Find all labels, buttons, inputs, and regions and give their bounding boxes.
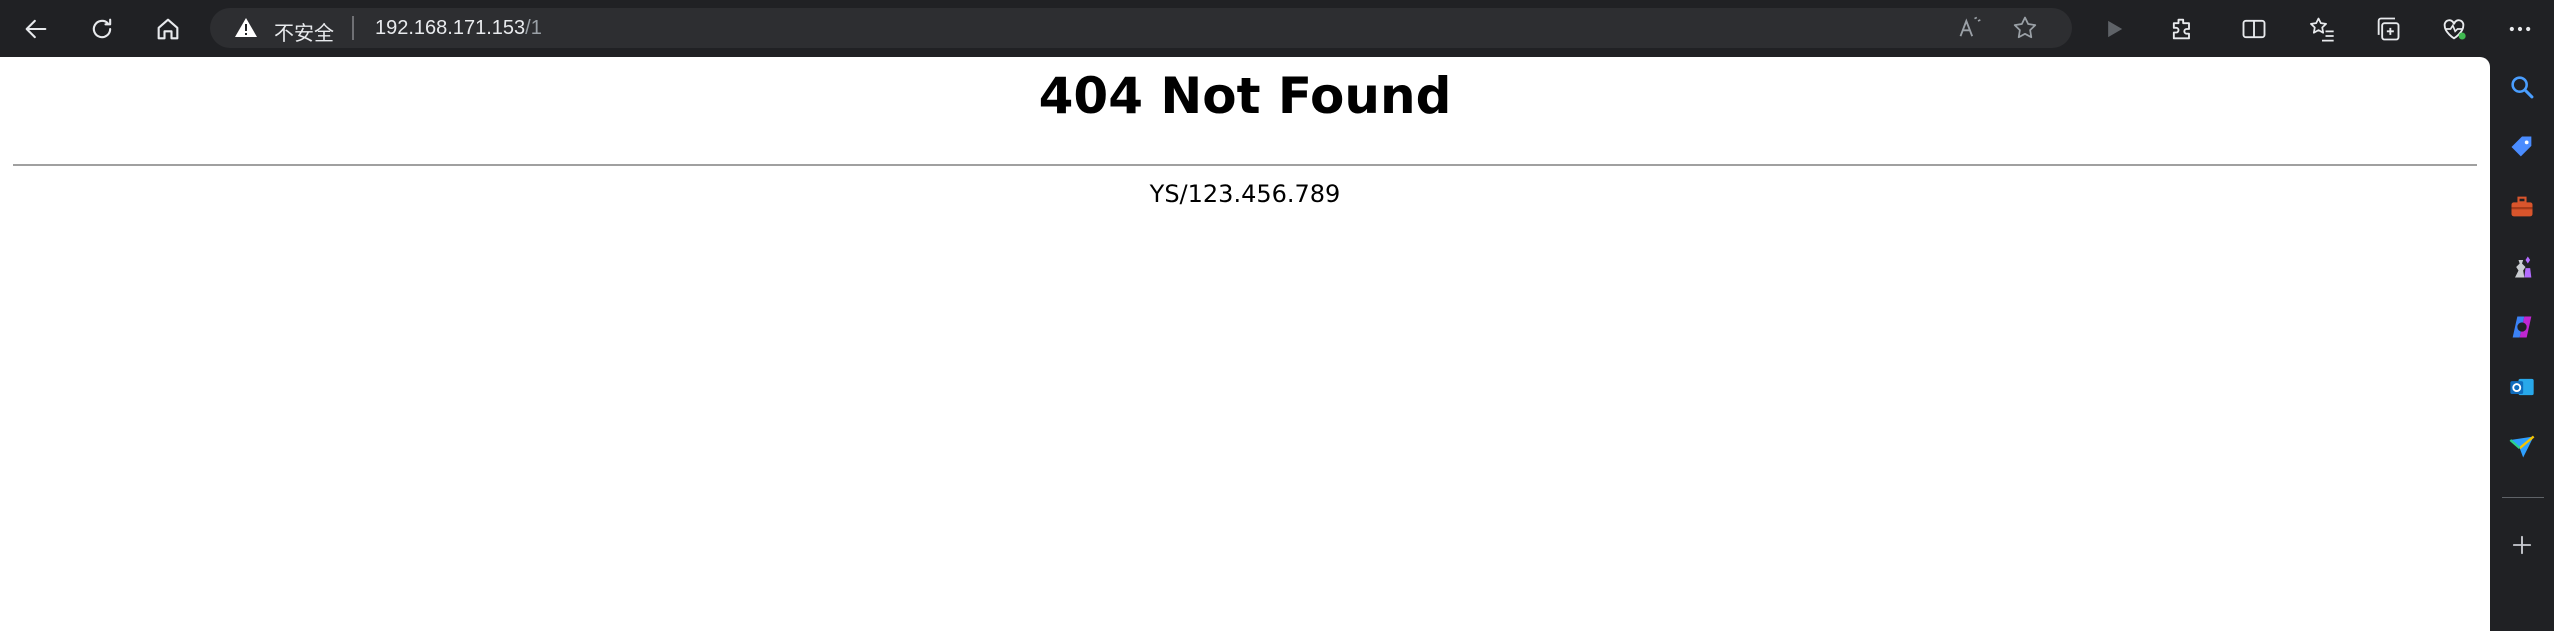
split-screen-icon[interactable]: [2238, 13, 2270, 45]
url-text[interactable]: 192.168.171.153/1: [375, 17, 542, 40]
add-icon[interactable]: [2506, 529, 2538, 561]
extensions-icon[interactable]: [2166, 13, 2198, 45]
games-icon[interactable]: [2506, 251, 2538, 283]
more-icon[interactable]: [2504, 13, 2536, 45]
outlook-icon[interactable]: [2506, 371, 2538, 403]
tools-icon[interactable]: [2506, 191, 2538, 223]
home-icon[interactable]: [152, 13, 184, 45]
warning-icon[interactable]: [234, 16, 258, 40]
url-host: 192.168.171.153: [375, 17, 526, 39]
sidebar-divider: [2502, 497, 2544, 498]
play-icon[interactable]: [2098, 13, 2130, 45]
favorite-star-icon[interactable]: [2011, 14, 2039, 42]
edge-sidebar: [2490, 57, 2554, 631]
search-icon[interactable]: [2506, 71, 2538, 103]
collections-icon[interactable]: [2372, 13, 2404, 45]
copilot-icon[interactable]: [2506, 311, 2538, 343]
url-path: /1: [525, 17, 542, 39]
address-bar[interactable]: 不安全 192.168.171.153/1: [210, 8, 2072, 48]
favorites-list-icon[interactable]: [2306, 13, 2338, 45]
horizontal-rule: [13, 164, 2477, 166]
browser-toolbar: 不安全 192.168.171.153/1: [0, 0, 2554, 57]
page-heading: 404 Not Found: [1038, 67, 1452, 125]
browser-essentials-icon[interactable]: [2438, 13, 2470, 45]
shopping-tag-icon[interactable]: [2506, 131, 2538, 163]
drop-icon[interactable]: [2506, 431, 2538, 463]
page-content: 404 Not Found YS/123.456.789: [0, 57, 2490, 631]
read-aloud-icon[interactable]: [1957, 14, 1985, 42]
back-icon[interactable]: [20, 13, 52, 45]
refresh-icon[interactable]: [86, 13, 118, 45]
security-label[interactable]: 不安全: [274, 17, 334, 46]
server-signature: YS/123.456.789: [1149, 180, 1341, 208]
address-divider: [352, 16, 354, 40]
